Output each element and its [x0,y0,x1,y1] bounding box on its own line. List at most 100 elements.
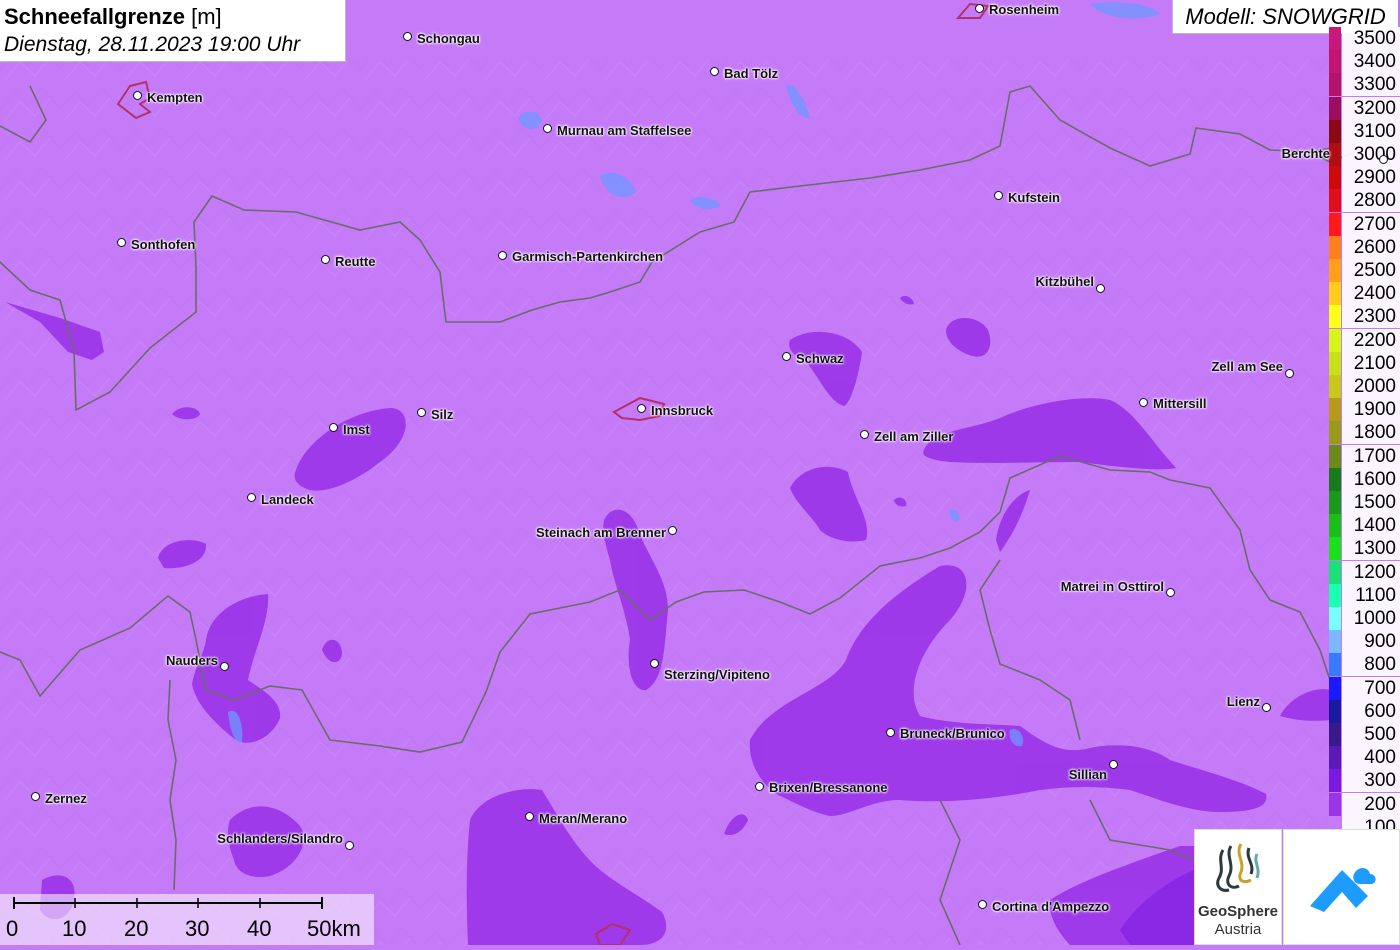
map-title: Schneefallgrenze [m] [4,3,341,31]
weather-app-logo[interactable] [1283,829,1400,945]
scale-tick-10: 10 [62,916,87,941]
scale-tick-50km: 50km [307,916,361,941]
city-label: Bruneck/Brunico [900,726,1005,741]
legend-item: 3500 [1329,27,1400,50]
city-marker[interactable] [978,900,987,909]
city-label: Schlanders/Silandro [217,831,343,846]
legend-item: 2300 [1329,305,1400,329]
city-marker[interactable] [220,662,229,671]
legend-label: 2300 [1342,305,1400,329]
city-marker[interactable] [321,255,330,264]
city-marker[interactable] [403,32,412,41]
city-marker[interactable] [782,352,791,361]
city-marker[interactable] [31,792,40,801]
city-marker[interactable] [886,728,895,737]
scale-tick-20: 20 [124,916,149,941]
city-marker[interactable] [247,493,256,502]
legend-item: 300 [1329,769,1400,793]
title-panel: Schneefallgrenze [m] Dienstag, 28.11.202… [0,0,346,62]
city-label: Rosenheim [989,2,1060,17]
legend-label: 1200 [1342,560,1400,584]
city-label: Kempten [147,90,203,105]
legend-item: 3200 [1329,96,1400,120]
city-label: Landeck [261,492,314,507]
city-label: Lienz [1226,694,1260,709]
legend-swatch [1329,212,1341,236]
city-marker[interactable] [498,251,507,260]
geosphere-name: GeoSphere [1197,903,1279,920]
legend-label: 1000 [1342,607,1400,630]
city-marker[interactable] [329,423,338,432]
mountain-cloud-icon [1310,868,1376,912]
city-marker[interactable] [1285,369,1294,378]
city-marker[interactable] [860,430,869,439]
city-marker[interactable] [525,812,534,821]
legend-label: 900 [1342,630,1400,654]
city-label: Mittersill [1153,396,1207,411]
legend-item: 3000 [1329,143,1400,166]
city-marker[interactable] [668,526,677,535]
city-marker[interactable] [1096,284,1105,293]
city-marker[interactable] [710,67,719,76]
parameter-unit: [m] [191,4,222,29]
legend-item: 2800 [1329,189,1400,213]
legend-label: 2500 [1342,259,1400,282]
legend-swatch [1329,27,1341,50]
legend-label: 3200 [1342,96,1400,120]
city-label: Steinach am Brenner [535,525,666,540]
city-label: Cortina d'Ampezzo [992,899,1110,914]
city-marker[interactable] [1379,155,1388,164]
legend-label: 3500 [1342,27,1400,50]
legend-label: 500 [1342,723,1400,746]
city-marker[interactable] [117,238,126,247]
legend-swatch [1329,328,1341,352]
city-label: Zell am See [1211,359,1283,374]
legend-swatch [1329,421,1341,445]
city-marker[interactable] [133,91,142,100]
city-marker[interactable] [1109,760,1118,769]
city-label: Murnau am Staffelsee [557,123,692,138]
city-marker[interactable] [1139,398,1148,407]
legend-swatch [1329,653,1341,677]
legend-item: 2900 [1329,166,1400,190]
geosphere-logo[interactable]: GeoSphere Austria [1194,829,1282,945]
city-marker[interactable] [543,124,552,133]
legend-swatch [1329,746,1341,770]
legend-swatch [1329,73,1341,97]
legend-swatch [1329,630,1341,654]
legend-item: 1900 [1329,398,1400,422]
legend-swatch [1329,375,1341,398]
city-marker[interactable] [1262,703,1271,712]
city-marker[interactable] [755,782,764,791]
legend-item: 1800 [1329,421,1400,445]
legend-item: 700 [1329,676,1400,700]
legend-swatch [1329,699,1341,723]
legend-label: 1400 [1342,514,1400,538]
legend-label: 1900 [1342,398,1400,422]
city-marker[interactable] [345,841,354,850]
scale-tick-30: 30 [185,916,210,941]
legend-item: 3100 [1329,119,1400,143]
city-marker[interactable] [637,404,646,413]
legend-label: 2000 [1342,375,1400,398]
city-marker[interactable] [975,4,984,13]
city-label: Sonthofen [131,237,196,252]
legend-item: 1400 [1329,514,1400,538]
scale-tick-40: 40 [247,916,272,941]
legend-item: 1100 [1329,583,1400,607]
legend-swatch [1329,119,1341,143]
legend-label: 3100 [1342,119,1400,143]
city-marker[interactable] [650,659,659,668]
city-marker[interactable] [417,408,426,417]
legend-swatch [1329,143,1341,166]
legend-label: 1500 [1342,491,1400,514]
legend-label: 2200 [1342,328,1400,352]
city-marker[interactable] [1166,588,1175,597]
legend-label: 200 [1342,792,1400,816]
city-label: Reutte [335,254,376,269]
snowfall-line-map[interactable] [0,0,1400,945]
city-marker[interactable] [994,191,1003,200]
scale-bar: 0 10 20 30 40 50km [0,894,374,945]
legend-label: 3000 [1342,143,1400,166]
legend-swatch [1329,444,1341,468]
